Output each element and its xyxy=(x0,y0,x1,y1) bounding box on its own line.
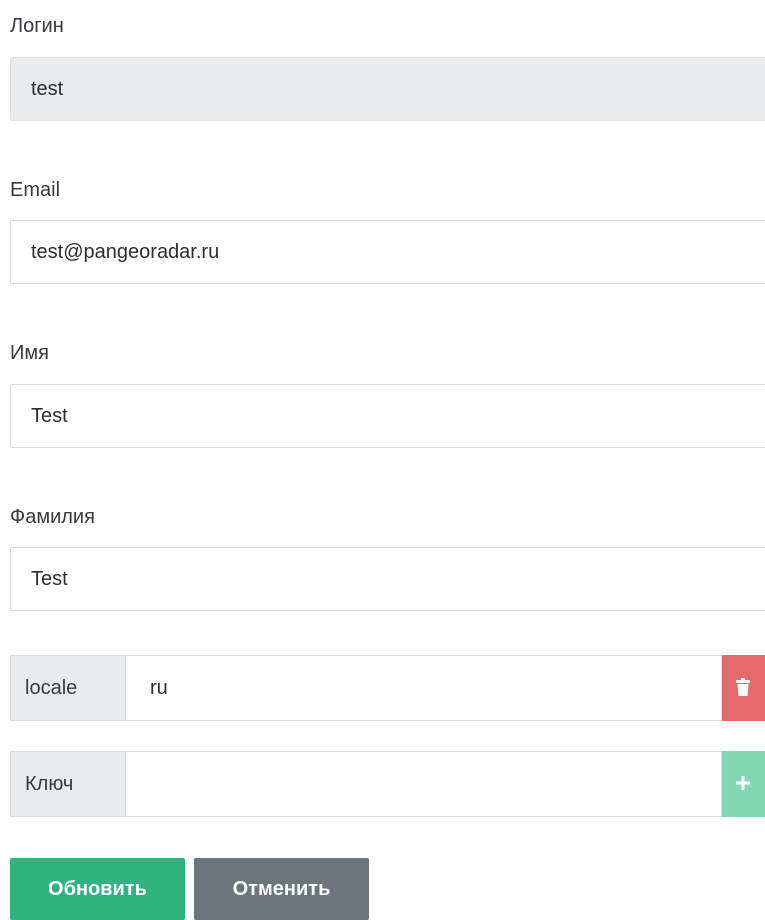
login-field[interactable] xyxy=(10,57,765,121)
login-label: Логин xyxy=(10,15,64,37)
property-key-label: locale xyxy=(10,655,125,721)
property-row-new: Ключ xyxy=(10,751,765,817)
trash-icon xyxy=(736,677,750,699)
email-field[interactable] xyxy=(10,220,765,284)
first-name-field[interactable] xyxy=(10,384,765,448)
property-row-locale: locale xyxy=(10,655,765,721)
last-name-label: Фамилия xyxy=(10,506,95,528)
last-name-field[interactable] xyxy=(10,547,765,611)
first-name-label: Имя xyxy=(10,342,49,364)
email-label: Email xyxy=(10,179,61,201)
new-property-key-label: Ключ xyxy=(10,751,125,817)
property-value-input[interactable] xyxy=(125,655,722,721)
delete-property-button[interactable] xyxy=(722,655,765,721)
cancel-button[interactable]: Отменить xyxy=(194,858,369,920)
add-property-button[interactable] xyxy=(722,751,765,817)
update-button[interactable]: Обновить xyxy=(10,858,185,920)
plus-icon xyxy=(736,775,750,793)
new-property-value-input[interactable] xyxy=(125,751,722,817)
